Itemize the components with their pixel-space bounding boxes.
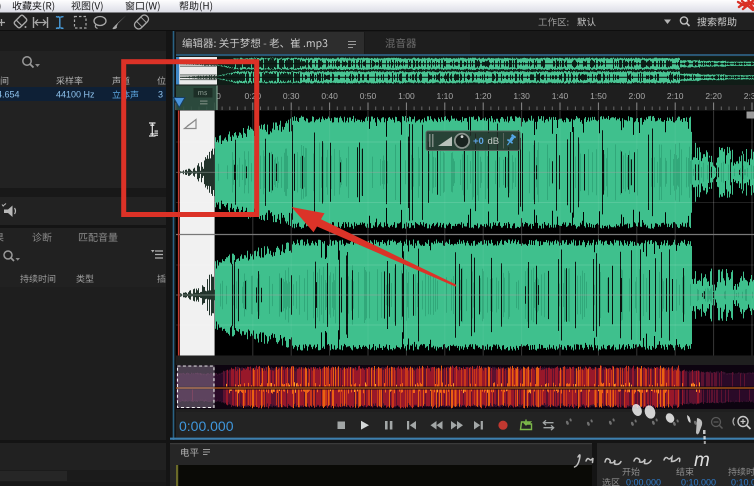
svg-text:1:50: 1:50 (590, 91, 607, 101)
svg-text:1:20: 1:20 (475, 91, 492, 101)
svg-text:44100 Hz: 44100 Hz (56, 90, 95, 100)
svg-text:1:00: 1:00 (398, 91, 415, 101)
svg-text:0:00.000: 0:00.000 (626, 478, 661, 486)
svg-text:3: 3 (158, 90, 163, 100)
svg-text:0:00.000: 0:00.000 (179, 418, 234, 434)
svg-text:2:00: 2:00 (629, 91, 646, 101)
svg-text:2:30: 2:30 (744, 91, 754, 101)
svg-text:1:40: 1:40 (552, 91, 569, 101)
svg-text:4.654: 4.654 (0, 90, 20, 100)
svg-text:0:30: 0:30 (283, 91, 300, 101)
svg-text:+0: +0 (473, 136, 484, 147)
svg-text:0:50: 0:50 (360, 91, 377, 101)
svg-text:2:20: 2:20 (705, 91, 722, 101)
svg-text:m: m (694, 450, 710, 471)
svg-text:dB: dB (488, 136, 500, 147)
svg-text:0:10.0: 0:10.0 (731, 478, 754, 486)
svg-text:0:10.000: 0:10.000 (681, 478, 716, 486)
svg-text:1:10: 1:10 (437, 91, 454, 101)
svg-text:2:10: 2:10 (667, 91, 684, 101)
svg-text:0:40: 0:40 (321, 91, 338, 101)
svg-text:1:30: 1:30 (513, 91, 530, 101)
